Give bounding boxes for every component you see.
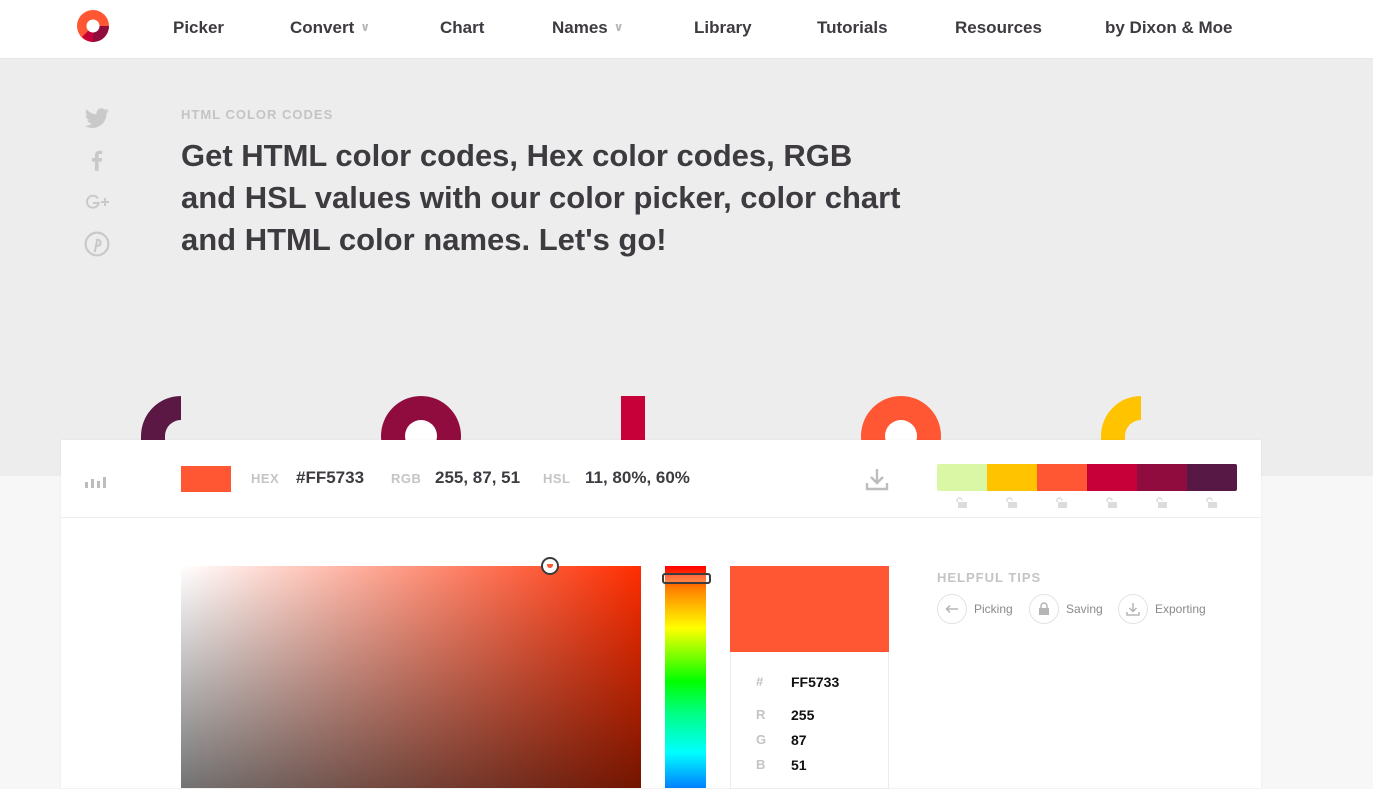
g-label: G [756, 732, 767, 747]
nav-credits[interactable]: by Dixon & Moe [1105, 18, 1233, 38]
page-title: Get HTML color codes, Hex color codes, R… [181, 138, 901, 257]
decor-ring-shape [381, 396, 461, 440]
palette-lock-slot [1037, 496, 1087, 514]
tip-label: Picking [974, 602, 1013, 616]
bar-chart-icon[interactable] [84, 471, 110, 489]
b-label: B [756, 757, 766, 772]
twitter-icon[interactable] [84, 105, 110, 131]
unlock-icon[interactable] [1105, 497, 1119, 509]
palette-swatch[interactable] [937, 464, 987, 491]
unlock-icon[interactable] [955, 497, 969, 509]
saturation-value-area[interactable] [181, 557, 641, 788]
rgb-value[interactable]: 255, 87, 51 [435, 468, 520, 488]
hero: HTML COLOR CODES Get HTML color codes, H… [0, 59, 1373, 476]
palette-lock-slot [1137, 496, 1187, 514]
decor-arc-shape [141, 396, 181, 440]
color-values-bar: HEX #FF5733 RGB 255, 87, 51 HSL 11, 80%,… [61, 440, 1261, 518]
b-value[interactable]: 51 [791, 757, 807, 773]
nav-convert[interactable]: Convert ∨ [290, 18, 370, 38]
rgb-label: RGB [391, 471, 422, 486]
color-handle[interactable] [541, 557, 559, 575]
palette [937, 464, 1237, 491]
color-preview [730, 566, 889, 652]
palette-locks [937, 496, 1237, 514]
nav-picker[interactable]: Picker [173, 18, 224, 38]
decor-bar-shape [621, 396, 645, 440]
g-value[interactable]: 87 [791, 732, 807, 748]
decor-ring-shape [861, 396, 941, 440]
decor-arc-shape [1101, 396, 1141, 440]
unlock-icon[interactable] [1155, 497, 1169, 509]
facebook-icon[interactable] [84, 147, 110, 173]
nav-names[interactable]: Names ∨ [552, 18, 624, 38]
hex-label: HEX [251, 471, 280, 486]
tip-picking[interactable]: Picking [937, 593, 1013, 625]
nav-chart[interactable]: Chart [440, 18, 484, 38]
top-nav: Picker Convert ∨ Chart Names ∨ Library Tut… [0, 0, 1373, 59]
hue-slider[interactable] [662, 566, 711, 788]
palette-lock-slot [1087, 496, 1137, 514]
hex-value[interactable]: #FF5733 [296, 468, 364, 488]
palette-lock-slot [1187, 496, 1237, 514]
tip-saving[interactable]: Saving [1029, 593, 1103, 625]
unlock-icon[interactable] [1005, 497, 1019, 509]
hue-handle[interactable] [662, 573, 711, 584]
pinterest-icon[interactable] [84, 231, 110, 257]
palette-swatch[interactable] [1087, 464, 1137, 491]
nav-library[interactable]: Library [694, 18, 752, 38]
nav-resources[interactable]: Resources [955, 18, 1042, 38]
tip-label: Exporting [1155, 602, 1206, 616]
hsl-label: HSL [543, 471, 571, 486]
color-details: # FF5733 R 255 G 87 B 51 [730, 652, 889, 789]
palette-swatch[interactable] [987, 464, 1037, 491]
download-icon[interactable] [864, 466, 890, 492]
tips-title: HELPFUL TIPS [937, 570, 1042, 585]
tip-exporting[interactable]: Exporting [1118, 593, 1206, 625]
palette-swatch[interactable] [1187, 464, 1237, 491]
arrow-left-icon [937, 594, 967, 624]
current-color-swatch [181, 466, 231, 492]
nav-tutorials[interactable]: Tutorials [817, 18, 888, 38]
palette-swatch[interactable] [1037, 464, 1087, 491]
hsl-value[interactable]: 11, 80%, 60% [585, 468, 690, 488]
r-label: R [756, 707, 766, 722]
unlock-icon[interactable] [1055, 497, 1069, 509]
chevron-down-icon: ∨ [613, 20, 624, 34]
palette-swatch[interactable] [1137, 464, 1187, 491]
google-plus-icon[interactable] [84, 189, 110, 215]
download-icon [1118, 594, 1148, 624]
r-value[interactable]: 255 [791, 707, 814, 723]
hex-detail-value[interactable]: FF5733 [791, 674, 839, 690]
palette-lock-slot [987, 496, 1037, 514]
lock-icon [1029, 594, 1059, 624]
tip-label: Saving [1066, 602, 1103, 616]
palette-lock-slot [937, 496, 987, 514]
hash-label: # [756, 674, 764, 689]
unlock-icon[interactable] [1205, 497, 1219, 509]
eyebrow: HTML COLOR CODES [181, 107, 334, 122]
logo-icon[interactable] [77, 10, 109, 42]
picker-card: HEX #FF5733 RGB 255, 87, 51 HSL 11, 80%,… [61, 440, 1261, 789]
chevron-down-icon: ∨ [360, 20, 370, 34]
